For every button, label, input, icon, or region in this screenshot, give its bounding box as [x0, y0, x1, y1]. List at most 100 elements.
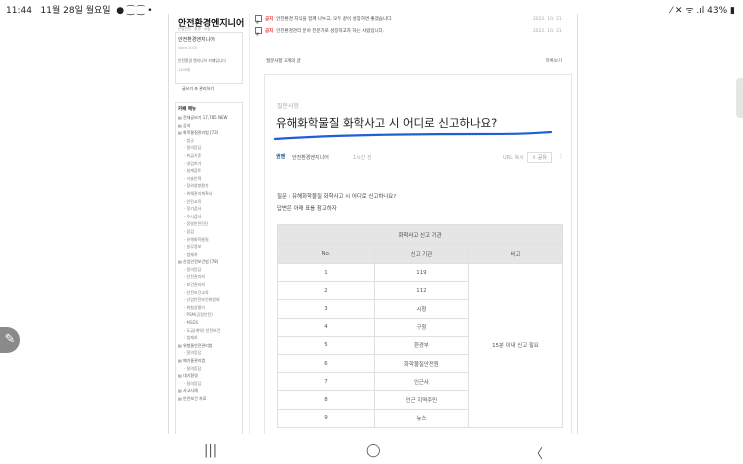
cell-agency: 화학물질안전원 — [373, 353, 469, 374]
cell-agency: 시청 — [373, 299, 469, 319]
notice-title[interactable]: 안전환경관리 분야 전문가로 성장하고자 하는 사람입니다. — [276, 29, 384, 34]
cafe-info: since 2020 — [178, 46, 198, 50]
menu-item[interactable]: · 장외영향평가 — [178, 182, 242, 190]
back-button[interactable]: 〈 — [530, 443, 543, 462]
menu-item[interactable]: · 위해관리계획서 — [178, 190, 242, 198]
recents-button[interactable]: ||| — [204, 443, 217, 458]
board-bar: 질문사항 3개의 글 목록보기 — [266, 58, 562, 64]
cell-no: 8 — [277, 390, 375, 410]
menu-item[interactable]: · 안전보건교육 — [178, 289, 242, 297]
post-time: 1시간 전 — [353, 155, 372, 161]
edge-panel-handle[interactable] — [736, 78, 743, 118]
clock: 11:44 — [6, 6, 32, 16]
more-options-icon[interactable]: ⋮ — [558, 153, 564, 160]
menu-item[interactable]: ▤ 안전보건 자료 — [178, 395, 242, 403]
menu-item[interactable]: · 수시검사 — [178, 213, 242, 221]
menu-item[interactable]: ▤ 사고사례 — [178, 387, 242, 395]
menu-item[interactable]: ▤ 위험물안전관리법 — [178, 342, 242, 350]
cafe-description: 안전환경 엔지니어 카페입니다 — [178, 58, 226, 63]
menu-item[interactable]: · 법규 — [178, 137, 242, 145]
share-button[interactable]: ⇪ 공유 — [527, 152, 552, 163]
menu-item[interactable]: · 영업허가 — [178, 160, 242, 168]
notice-list: 공 공지 안전환경 지식을 함께 나누고, 모두 같이 성장하면 좋겠습니다. 202… — [255, 14, 563, 38]
author-name[interactable]: 안전환경엔지니어 — [292, 154, 329, 161]
notice-row[interactable]: 공 공지 안전환경관리 분야 전문가로 성장하고자 하는 사람입니다. 2022. 1… — [255, 26, 563, 38]
notice-date: 2022. 10. 31. — [532, 17, 563, 22]
column-divider — [249, 14, 250, 434]
cell-no: 9 — [277, 408, 375, 428]
menu-item[interactable]: ▤ 폐기물관리법 — [178, 357, 242, 365]
home-button[interactable]: ◯ — [366, 443, 381, 458]
menu-item[interactable]: · MSDS — [178, 319, 242, 327]
cafe-action-links[interactable]: 글쓰기 ⚙ 관리하기 — [182, 86, 214, 92]
notification-icons: ● ⁐ ⁐ • — [116, 6, 153, 16]
table-caption: 화학사고 신고 기관 — [277, 224, 563, 245]
menu-item[interactable]: ▤ 산업안전보건법 [78] — [178, 258, 242, 266]
cell-no: 5 — [277, 335, 375, 355]
notice-check-icon: 공 — [255, 15, 262, 24]
menu-item[interactable]: · 질의응답 — [178, 266, 242, 274]
menu-item[interactable]: ▤ 화학물질관리법 [73] — [178, 129, 242, 137]
list-view-link[interactable]: 목록보기 — [545, 58, 562, 64]
menu-item[interactable]: · PSM(공정안전) — [178, 311, 242, 319]
notice-row[interactable]: 공 공지 안전환경 지식을 함께 나누고, 모두 같이 성장하면 좋겠습니다. 202… — [255, 14, 563, 26]
menu-item[interactable]: · 실무정보 — [178, 243, 242, 251]
notice-title[interactable]: 안전환경 지식을 함께 나누고, 모두 같이 성장하면 좋겠습니다. — [276, 17, 392, 22]
pen-underline-annotation — [273, 131, 553, 141]
menu-item[interactable]: ▤ 전체글보기 17,785 NEW — [178, 114, 242, 122]
cell-agency: 119 — [373, 262, 469, 283]
table-caption-row: 화학사고 신고 기관 — [277, 224, 563, 245]
post-answer-text: 답변은 아래 표를 참고하자 — [277, 206, 337, 212]
notice-tag: 공지 — [265, 29, 274, 34]
menu-item[interactable]: · 기술인력 — [178, 175, 242, 183]
cell-agency: 인근 지역주민 — [373, 390, 469, 410]
menu-item[interactable]: · 보건관리자 — [178, 281, 242, 289]
notice-check-icon: 공 — [255, 27, 262, 36]
status-date: 11월 28일 월요일 — [40, 6, 111, 16]
menu-item[interactable]: · 위험성평가 — [178, 304, 242, 312]
menu-item[interactable]: · 안전교육 — [178, 198, 242, 206]
header-agency: 신고 기관 — [373, 244, 469, 264]
cell-agency: 구청 — [373, 317, 469, 337]
menu-item[interactable]: · 법제처 — [178, 334, 242, 342]
menu-item[interactable]: · 유해화학물질 — [178, 236, 242, 244]
menu-item[interactable]: · 도급(계약) 안전보건 — [178, 327, 242, 335]
cell-agency: 인근사 — [373, 372, 469, 392]
battery-icon: ▮ — [730, 6, 735, 16]
status-right: ⁄ ✕ ᯤ .ıl 43% ▮ — [671, 3, 735, 16]
cell-no: 6 — [277, 353, 375, 374]
menu-item[interactable]: · 정밀안전진단 — [178, 220, 242, 228]
menu-item[interactable]: · 점검 — [178, 228, 242, 236]
menu-item[interactable]: · 안전관리자 — [178, 273, 242, 281]
menu-item[interactable]: · 법제처 — [178, 251, 242, 259]
menu-item[interactable]: · 질의응답 — [178, 144, 242, 152]
post-board-name[interactable]: 질문사항 — [277, 101, 299, 110]
status-left: 11:44 11월 28일 월요일 ● ⁐ ⁐ • — [6, 3, 153, 16]
menu-item[interactable]: ▤ 대기환경 — [178, 372, 242, 380]
post-article: 질문사항 유해화학물질 화학사고 시 어디로 신고하나요? 권엔 안전환경엔지니… — [264, 74, 572, 434]
cell-no: 7 — [277, 372, 375, 392]
menu-item[interactable]: ▤ 공지 — [178, 122, 242, 130]
author-avatar[interactable]: 권엔 — [276, 153, 285, 160]
edit-pen-button[interactable]: ✎ — [0, 327, 20, 353]
cell-agency: 뉴스 — [373, 408, 469, 428]
browser-screenshot: 안전환경엔지니어 산업안전 · 환경 · 소방 안전환경엔지니어 since 2… — [168, 14, 578, 434]
cafe-menu-list: ▤ 전체글보기 17,785 NEW ▤ 공지 ▤ 화학물질관리법 [73] · 법규… — [178, 114, 242, 403]
post-title: 유해화학물질 화학사고 시 어디로 신고하나요? — [276, 116, 498, 130]
cell-no: 4 — [277, 317, 375, 337]
cafe-sidebar: 안전환경엔지니어 산업안전 · 환경 · 소방 안전환경엔지니어 since 2… — [169, 14, 245, 434]
menu-item[interactable]: · 취급기준 — [178, 152, 242, 160]
pen-icon: ✎ — [4, 332, 16, 347]
menu-item[interactable]: · 산업안전보건위원회 — [178, 296, 242, 304]
menu-item[interactable]: · 질의응답 — [178, 349, 242, 357]
menu-item[interactable]: · 정기검사 — [178, 205, 242, 213]
cafe-member-count: 1100명 — [178, 68, 191, 72]
connectivity-icons: ⁄ ✕ ᯤ .ıl — [670, 6, 705, 16]
menu-item[interactable]: · 설계검토 — [178, 167, 242, 175]
cell-no: 3 — [277, 299, 375, 319]
url-copy-button[interactable]: URL 복사 — [503, 154, 524, 161]
table-header-row: No. 신고 기관 비고 — [277, 244, 564, 264]
menu-item[interactable]: · 질의응답 — [178, 380, 242, 388]
menu-item[interactable]: · 질의응답 — [178, 365, 242, 373]
battery-level: 43% — [707, 6, 728, 16]
